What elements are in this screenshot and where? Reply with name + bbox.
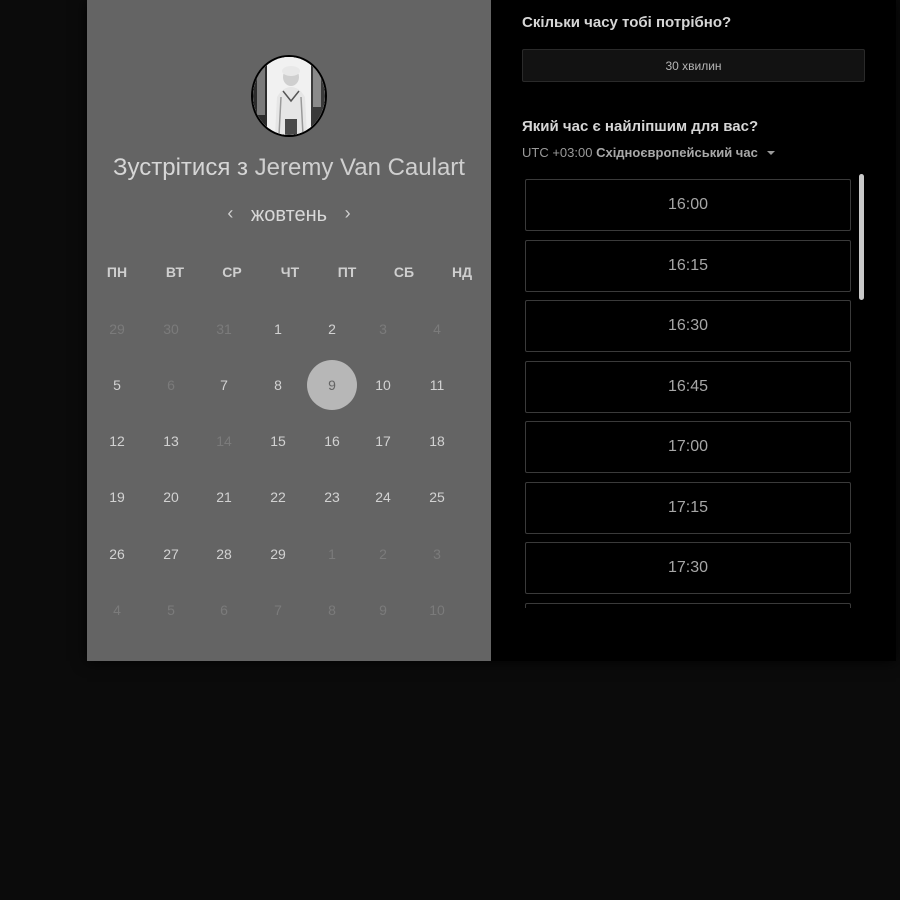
calendar-day: 2 <box>379 546 387 562</box>
calendar-day: 3 <box>379 321 387 337</box>
month-navigation: ‹ жовтень › <box>87 203 491 227</box>
weekday-label: ЧТ <box>280 264 300 280</box>
calendar-day: 14 <box>216 433 232 449</box>
weekday-label: НД <box>451 264 473 280</box>
calendar-day: 9 <box>379 602 387 618</box>
calendar-day: 6 <box>167 377 175 393</box>
calendar-day: 31 <box>216 321 232 337</box>
calendar-day: 4 <box>113 602 121 618</box>
calendar-day[interactable]: 22 <box>253 472 303 522</box>
timezone-name: Східноєвропейський час <box>596 145 758 160</box>
weekday-label: ВТ <box>165 264 185 280</box>
calendar-day: 7 <box>274 602 282 618</box>
host-name: Jeremy Van Caulart <box>254 154 465 181</box>
weekday-label: ПН <box>106 264 128 280</box>
calendar-day[interactable]: 5 <box>92 360 142 410</box>
weekday-label: СБ <box>393 264 415 280</box>
calendar-day[interactable]: 20 <box>146 472 196 522</box>
current-month: жовтень <box>250 204 328 226</box>
meet-title-prefix: Зустрітися з <box>113 154 248 181</box>
calendar-day-selected[interactable]: 9 <box>307 360 357 410</box>
chevron-left-icon[interactable]: ‹ <box>219 203 241 224</box>
time-slot-button[interactable]: 17:00 <box>525 421 851 473</box>
calendar-day[interactable]: 21 <box>199 472 249 522</box>
time-slot-button[interactable]: 16:15 <box>525 239 851 292</box>
calendar-day[interactable]: 24 <box>358 472 408 522</box>
calendar-day: 29 <box>109 321 125 337</box>
calendar-day: 3 <box>433 546 441 562</box>
calendar-day[interactable]: 1 <box>253 304 303 354</box>
calendar-day[interactable]: 11 <box>412 360 462 410</box>
calendar-day[interactable]: 26 <box>92 529 142 579</box>
weekday-header: ПН ВТ СР ЧТ ПТ СБ НД <box>87 264 491 284</box>
time-selection-panel: Скільки часу тобі потрібно? 30 хвилин Як… <box>491 0 896 661</box>
time-slot-button[interactable]: 17:30 <box>525 542 851 594</box>
weekday-label: СР <box>222 264 242 280</box>
calendar-day[interactable]: 7 <box>199 360 249 410</box>
calendar-day: 6 <box>220 602 228 618</box>
time-slot-button[interactable] <box>525 602 851 608</box>
timezone-offset: UTC +03:00 <box>522 145 593 160</box>
chevron-right-icon[interactable]: › <box>337 203 359 224</box>
calendar-day[interactable]: 25 <box>412 472 462 522</box>
weekday-label: ПТ <box>337 264 357 280</box>
calendar-day: 8 <box>328 602 336 618</box>
duration-question: Скільки часу тобі потрібно? <box>522 14 732 31</box>
booking-modal: Зустрітися з Jeremy Van Caulart ‹ жовтен… <box>87 0 896 661</box>
calendar-day[interactable]: 29 <box>253 529 303 579</box>
time-question: Який час є найліпшим для вас? <box>522 118 759 135</box>
duration-select[interactable]: 30 хвилин <box>522 49 865 82</box>
calendar-day: 30 <box>163 321 179 337</box>
calendar-day: 5 <box>167 602 175 618</box>
timezone-select[interactable]: UTC +03:00 Східноєвропейський час <box>522 145 776 160</box>
calendar-day[interactable]: 17 <box>358 416 408 466</box>
time-slot-button[interactable]: 17:15 <box>525 481 851 534</box>
calendar-day: 1 <box>328 546 336 562</box>
calendar-day[interactable]: 19 <box>92 472 142 522</box>
calendar-day[interactable]: 13 <box>146 416 196 466</box>
slot-list-scrollbar[interactable] <box>859 174 864 300</box>
calendar-day[interactable]: 16 <box>307 416 357 466</box>
calendar-day[interactable]: 2 <box>307 304 357 354</box>
calendar-day[interactable]: 10 <box>358 360 408 410</box>
calendar-day[interactable]: 18 <box>412 416 462 466</box>
caret-down-icon <box>767 151 776 155</box>
calendar-day[interactable]: 23 <box>307 472 357 522</box>
calendar-day[interactable]: 8 <box>253 360 303 410</box>
meet-title: Зустрітися з Jeremy Van Caulart <box>87 154 491 182</box>
time-slot-list: 16:00 16:15 16:30 16:45 17:00 17:15 17:30 <box>525 178 851 608</box>
calendar-day: 4 <box>433 321 441 337</box>
calendar-day[interactable]: 27 <box>146 529 196 579</box>
host-avatar <box>251 55 327 137</box>
calendar-panel: Зустрітися з Jeremy Van Caulart ‹ жовтен… <box>87 0 491 661</box>
time-slot-button[interactable]: 16:45 <box>525 360 851 413</box>
time-slot-button[interactable]: 16:00 <box>525 179 851 231</box>
calendar-day[interactable]: 12 <box>92 416 142 466</box>
time-slot-button[interactable]: 16:30 <box>525 300 851 352</box>
calendar-day: 10 <box>429 602 445 618</box>
calendar-day[interactable]: 15 <box>253 416 303 466</box>
calendar-day[interactable]: 28 <box>199 529 249 579</box>
